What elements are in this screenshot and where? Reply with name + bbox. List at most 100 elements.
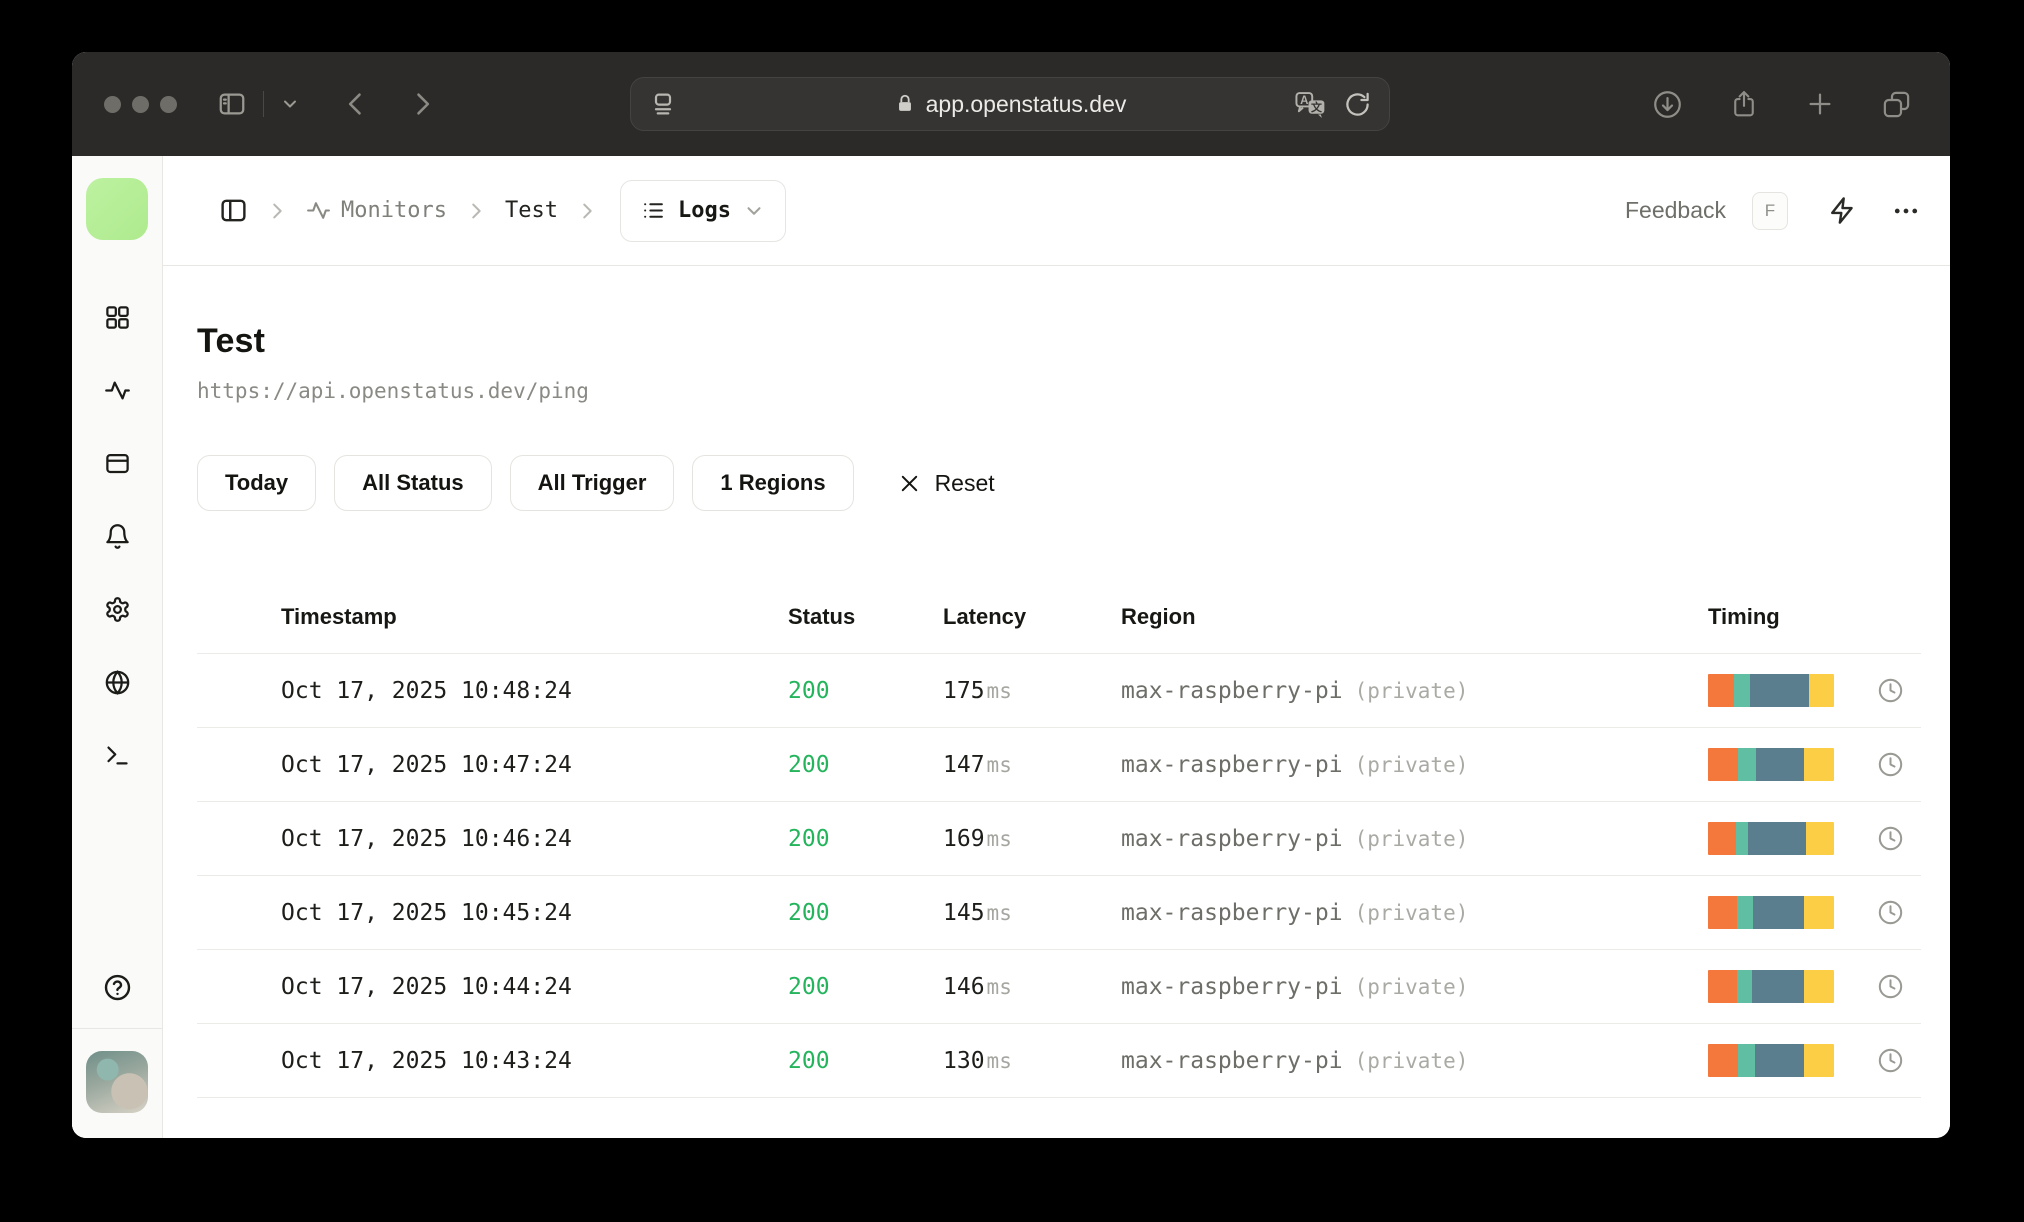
timing-segment — [1736, 970, 1753, 1003]
region-visibility: (private) — [1354, 678, 1469, 703]
table-row[interactable]: Oct 17, 2025 10:44:24 200 146 ms max-rasp… — [197, 950, 1921, 1024]
column-status[interactable]: Status — [788, 604, 943, 630]
timing-segment — [1735, 822, 1749, 855]
reset-filters-button[interactable]: Reset — [898, 470, 995, 497]
back-button-icon[interactable] — [330, 90, 382, 118]
sidebar-item-notifications[interactable] — [104, 523, 131, 550]
clock-icon[interactable] — [1877, 677, 1921, 704]
column-latency[interactable]: Latency — [943, 604, 1121, 630]
user-avatar[interactable] — [86, 1051, 148, 1113]
breadcrumb-monitors[interactable]: Monitors — [306, 198, 447, 223]
panel-toggle-icon[interactable] — [219, 196, 248, 225]
sidebar-item-global[interactable] — [104, 669, 131, 696]
clock-icon[interactable] — [1877, 1047, 1921, 1074]
latency-unit: ms — [986, 826, 1012, 851]
clock-icon[interactable] — [1877, 825, 1921, 852]
app-sidebar — [72, 156, 163, 1138]
filter-period-button[interactable]: Today — [197, 455, 317, 511]
zap-icon[interactable] — [1828, 196, 1857, 225]
logs-table: Timestamp Status Latency Region Timing O… — [197, 581, 1921, 1098]
svg-text:A: A — [1300, 95, 1309, 107]
chevron-right-icon — [465, 200, 487, 222]
cell-latency: 145 ms — [943, 900, 1121, 926]
more-options-icon[interactable] — [1891, 196, 1921, 226]
workspace-logo[interactable] — [86, 178, 148, 240]
sidebar-item-cli[interactable] — [104, 742, 131, 769]
region-name: max-raspberry-pi — [1121, 973, 1343, 1000]
sidebar-item-status-pages[interactable] — [104, 450, 131, 477]
lock-icon — [894, 93, 916, 115]
timing-segment — [1808, 674, 1834, 707]
timing-bar — [1708, 1044, 1834, 1077]
table-header-row: Timestamp Status Latency Region Timing — [197, 581, 1921, 654]
clock-icon[interactable] — [1877, 899, 1921, 926]
cell-timestamp: Oct 17, 2025 10:48:24 — [281, 677, 572, 704]
page-settings-icon[interactable] — [649, 90, 677, 118]
breadcrumb: Monitors Test Logs — [219, 179, 786, 242]
table-row[interactable]: Oct 17, 2025 10:47:24 200 147 ms max-rasp… — [197, 728, 1921, 802]
table-row[interactable]: Oct 17, 2025 10:46:24 200 169 ms max-rasp… — [197, 802, 1921, 876]
activity-icon — [306, 198, 331, 223]
table-row[interactable]: Oct 17, 2025 10:43:24 200 130 ms max-rasp… — [197, 1024, 1921, 1098]
cell-timestamp: Oct 17, 2025 10:46:24 — [281, 825, 572, 852]
filter-regions-button[interactable]: 1 Regions — [692, 455, 854, 511]
clock-icon[interactable] — [1877, 973, 1921, 1000]
column-region[interactable]: Region — [1121, 604, 1708, 630]
minimize-button[interactable] — [132, 95, 149, 113]
latency-value: 145 — [943, 899, 985, 926]
forward-button-icon[interactable] — [396, 90, 448, 118]
chevron-right-icon — [576, 200, 598, 222]
sidebar-item-dashboard[interactable] — [104, 304, 131, 331]
cell-latency: 147 ms — [943, 752, 1121, 778]
filter-status-button[interactable]: All Status — [334, 455, 492, 511]
tab-overview-icon[interactable] — [1881, 89, 1912, 120]
column-timestamp[interactable]: Timestamp — [281, 604, 788, 630]
app-header: Monitors Test Logs Feedback F — [163, 156, 1950, 266]
timing-segment — [1748, 822, 1807, 855]
sidebar-item-settings[interactable] — [104, 596, 131, 623]
cell-status: 200 — [788, 899, 830, 926]
latency-unit: ms — [986, 974, 1012, 999]
latency-value: 175 — [943, 677, 985, 704]
address-url[interactable]: app.openstatus.dev — [926, 91, 1127, 118]
cell-timestamp: Oct 17, 2025 10:43:24 — [281, 1047, 572, 1074]
timing-segment — [1734, 674, 1750, 707]
latency-unit: ms — [986, 1048, 1012, 1073]
table-row[interactable]: Oct 17, 2025 10:48:24 200 175 ms max-rasp… — [197, 654, 1921, 728]
latency-unit: ms — [986, 678, 1012, 703]
share-icon[interactable] — [1729, 88, 1759, 120]
sidebar-item-monitors[interactable] — [104, 377, 131, 404]
timing-bar — [1708, 674, 1834, 707]
close-button[interactable] — [104, 95, 121, 113]
sidebar-chevron-down-icon[interactable] — [268, 94, 312, 114]
column-timing[interactable]: Timing — [1708, 604, 1877, 630]
feedback-button[interactable]: Feedback — [1625, 197, 1726, 224]
breadcrumb-monitors-label[interactable]: Monitors — [341, 198, 447, 223]
timing-segment — [1736, 896, 1754, 929]
address-bar[interactable]: app.openstatus.dev A文 — [630, 77, 1390, 131]
table-row[interactable]: Oct 17, 2025 10:45:24 200 145 ms max-rasp… — [197, 876, 1921, 950]
region-name: max-raspberry-pi — [1121, 899, 1343, 926]
cell-latency: 146 ms — [943, 974, 1121, 1000]
breadcrumb-test[interactable]: Test — [505, 198, 558, 223]
reload-icon[interactable] — [1344, 91, 1371, 118]
cell-timestamp: Oct 17, 2025 10:47:24 — [281, 751, 572, 778]
region-visibility: (private) — [1354, 900, 1469, 925]
close-x-icon — [898, 472, 921, 495]
logs-view-selector[interactable]: Logs — [619, 179, 786, 242]
downloads-icon[interactable] — [1652, 89, 1683, 120]
timing-segment — [1803, 896, 1834, 929]
translate-icon[interactable]: A文 — [1294, 89, 1328, 119]
clock-icon[interactable] — [1877, 751, 1921, 778]
cell-status: 200 — [788, 825, 830, 852]
help-icon[interactable] — [103, 973, 132, 1002]
filter-trigger-button[interactable]: All Trigger — [509, 455, 675, 511]
timing-segment — [1708, 822, 1736, 855]
zoom-button[interactable] — [160, 95, 177, 113]
new-tab-icon[interactable] — [1805, 89, 1835, 119]
timing-segment — [1803, 970, 1834, 1003]
timing-segment — [1708, 896, 1737, 929]
cell-status: 200 — [788, 751, 830, 778]
cell-region: max-raspberry-pi (private) — [1121, 900, 1708, 926]
sidebar-toggle-icon[interactable] — [205, 89, 259, 119]
